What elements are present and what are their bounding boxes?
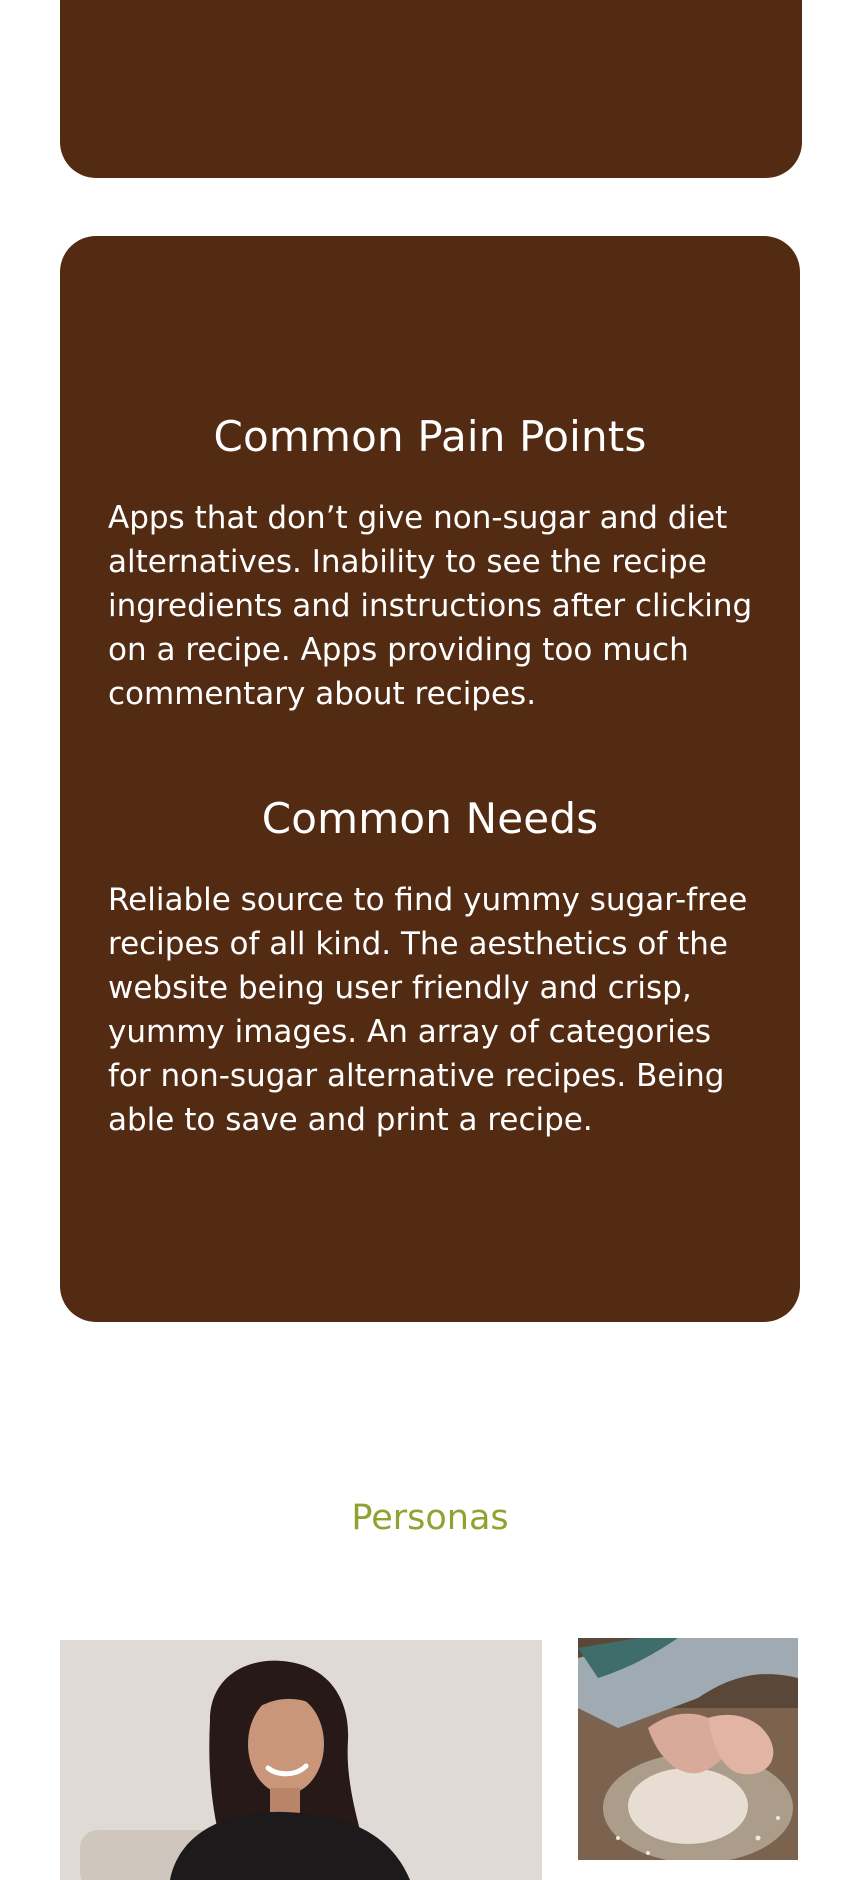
needs-text: Reliable source to find yummy sugar-free…: [108, 882, 748, 1138]
pain-points-heading: Common Pain Points: [213, 412, 647, 461]
research-findings-card: Common Pain Points Apps that don’t give …: [60, 236, 800, 1322]
pain-points-text: Apps that don’t give non-sugar and diet …: [108, 500, 753, 712]
personas-heading: Personas: [351, 1498, 509, 1538]
persona-woman-photo: [60, 1640, 542, 1880]
persona-baking-photo: [578, 1638, 798, 1860]
previous-section-card: [60, 0, 802, 178]
needs-heading: Common Needs: [261, 794, 599, 843]
